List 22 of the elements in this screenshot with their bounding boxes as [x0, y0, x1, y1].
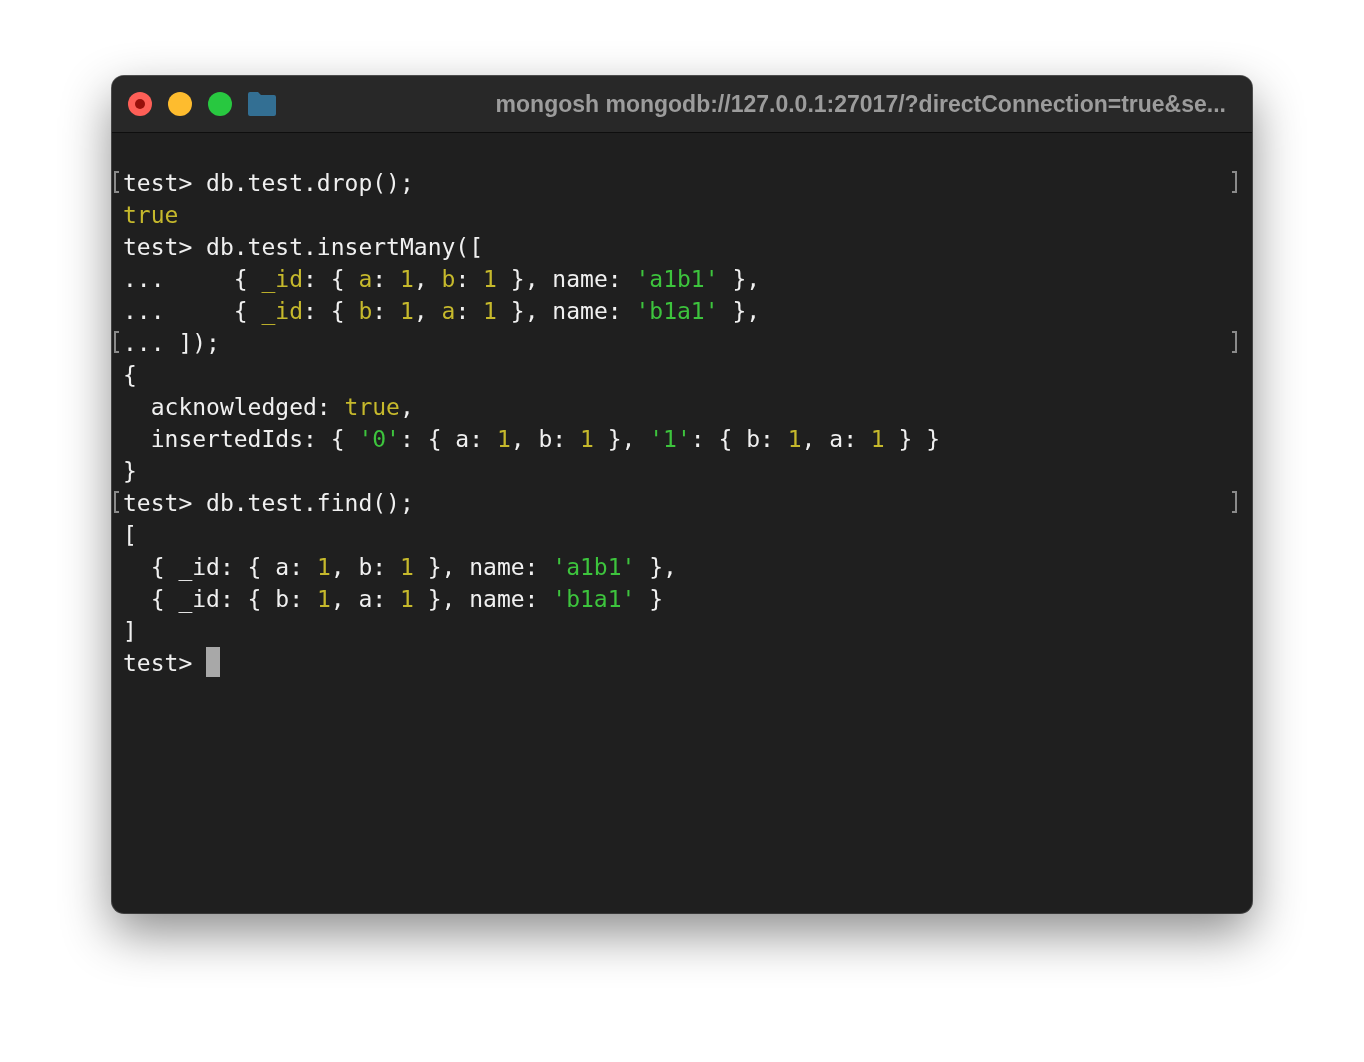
terminal-line: ... { _id: { b: 1, a: 1 }, name: 'b1a1' },: [123, 298, 761, 324]
terminal-line: ]: [123, 618, 137, 644]
terminal-line: ... { _id: { a: 1, b: 1 }, name: 'a1b1' },: [123, 266, 761, 292]
terminal-line: {: [123, 362, 137, 388]
terminal-line: [: [123, 522, 137, 548]
terminal-line: test> db.test.find();: [123, 490, 414, 516]
close-dot-icon: [135, 99, 145, 109]
terminal-line: true: [123, 202, 179, 228]
terminal-line: }: [123, 458, 137, 484]
folder-icon: [248, 92, 276, 116]
terminal-line: insertedIds: { '0': { a: 1, b: 1 }, '1': { b: 1, a: 1 } }: [149, 426, 941, 452]
terminal-line: { _id: { b: 1, a: 1 }, name: 'b1a1' }: [149, 586, 664, 612]
window-title: mongosh mongodb://127.0.0.1:27017/?directConnection=true&se...: [494, 90, 1227, 118]
terminal-line: test> db.test.insertMany([: [123, 234, 484, 260]
terminal-line: test> db.test.drop();: [123, 170, 414, 196]
zoom-button[interactable]: [208, 92, 232, 116]
terminal-line: acknowledged: true,: [149, 394, 414, 420]
prompt-text: test>: [123, 650, 194, 676]
minimize-button[interactable]: [168, 92, 192, 116]
terminal-line: { _id: { a: 1, b: 1 }, name: 'a1b1' },: [149, 554, 677, 580]
close-button[interactable]: [128, 92, 152, 116]
terminal-line: ... ]);: [123, 330, 220, 356]
